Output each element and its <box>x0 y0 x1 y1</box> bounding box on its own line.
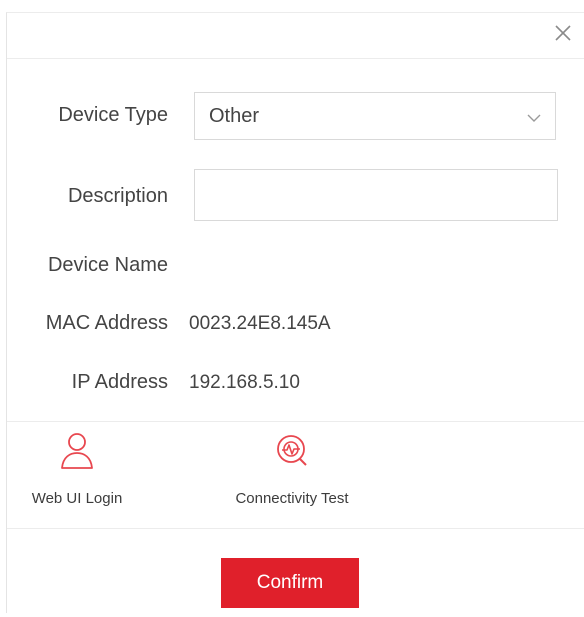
header-divider <box>7 58 584 59</box>
ip-address-label: IP Address <box>71 371 168 393</box>
web-ui-login-label: Web UI Login <box>31 490 123 507</box>
web-ui-login-button[interactable]: Web UI Login <box>7 431 147 507</box>
mac-address-value: 0023.24E8.145A <box>189 313 331 334</box>
connectivity-test-label: Connectivity Test <box>235 490 349 507</box>
mac-address-label: MAC Address <box>45 312 168 334</box>
ip-address-value: 192.168.5.10 <box>189 372 300 393</box>
device-details-dialog: Device Type Other Description Device Nam… <box>6 12 584 613</box>
footer-divider <box>7 528 584 529</box>
user-icon <box>7 431 147 476</box>
device-type-label: Device Type <box>58 104 168 126</box>
actions-divider <box>7 421 584 422</box>
connectivity-test-icon <box>207 431 377 476</box>
device-name-label: Device Name <box>47 254 168 276</box>
device-type-selected-value: Other <box>209 105 260 127</box>
device-type-select[interactable]: Other <box>194 92 556 140</box>
close-icon[interactable] <box>549 19 577 47</box>
description-label: Description <box>67 185 168 207</box>
chevron-down-icon <box>527 110 541 128</box>
connectivity-test-button[interactable]: Connectivity Test <box>207 431 377 507</box>
confirm-button[interactable]: Confirm <box>221 558 359 608</box>
description-input[interactable] <box>194 169 558 221</box>
